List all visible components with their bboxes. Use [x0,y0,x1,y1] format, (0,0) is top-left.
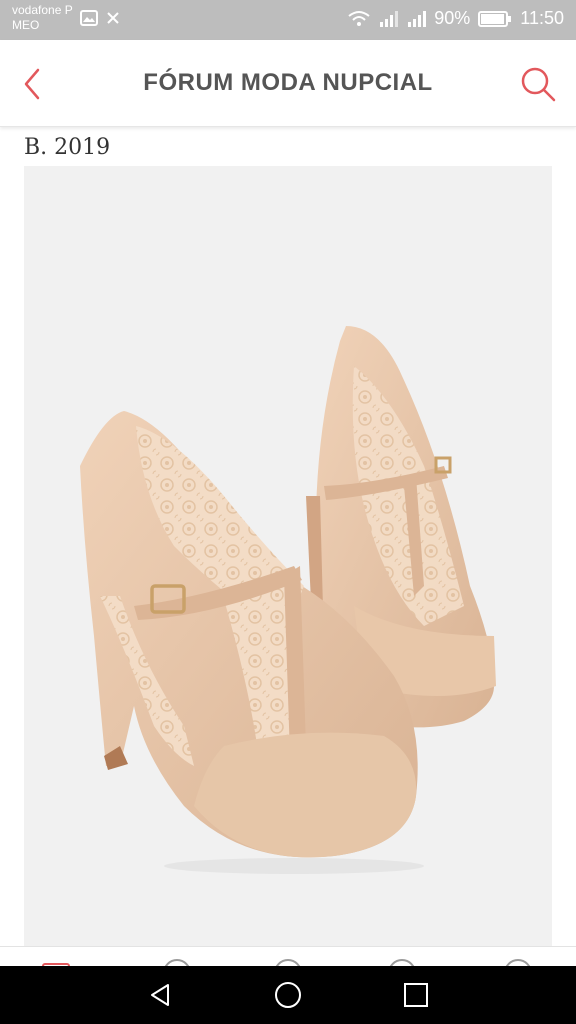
status-right: 90% 11:50 [348,8,564,29]
battery-percent: 90% [434,8,471,28]
post-caption: B. 2019 [24,135,111,160]
signal-icon [380,10,399,27]
search-button[interactable] [518,64,558,104]
page-title: FÓRUM MODA NUPCIAL [143,69,433,96]
battery-icon [478,10,512,27]
circle-home-icon[interactable] [272,979,304,1011]
notification-icons [80,10,120,26]
system-nav-bar [0,966,576,1024]
gallery-notification-icon [80,10,98,26]
app-header: FÓRUM MODA NUPCIAL [0,40,576,127]
status-bar: vodafone P MEO 90% 11:50 [0,0,576,40]
triangle-back-icon[interactable] [144,979,176,1011]
status-time: 11:50 [520,8,564,28]
carrier-line-2: MEO [12,18,40,32]
mail-notification-icon [107,12,119,24]
signal-icon-2 [408,10,427,27]
search-icon [521,67,556,102]
square-recents-icon[interactable] [400,979,432,1011]
shoes-illustration [80,326,496,874]
post-image[interactable] [24,166,552,946]
bottom-tab-bar [0,946,576,987]
carrier-name: vodafone P MEO [12,3,73,33]
carrier-line-1: vodafone P [12,3,73,17]
wifi-icon [348,10,370,26]
